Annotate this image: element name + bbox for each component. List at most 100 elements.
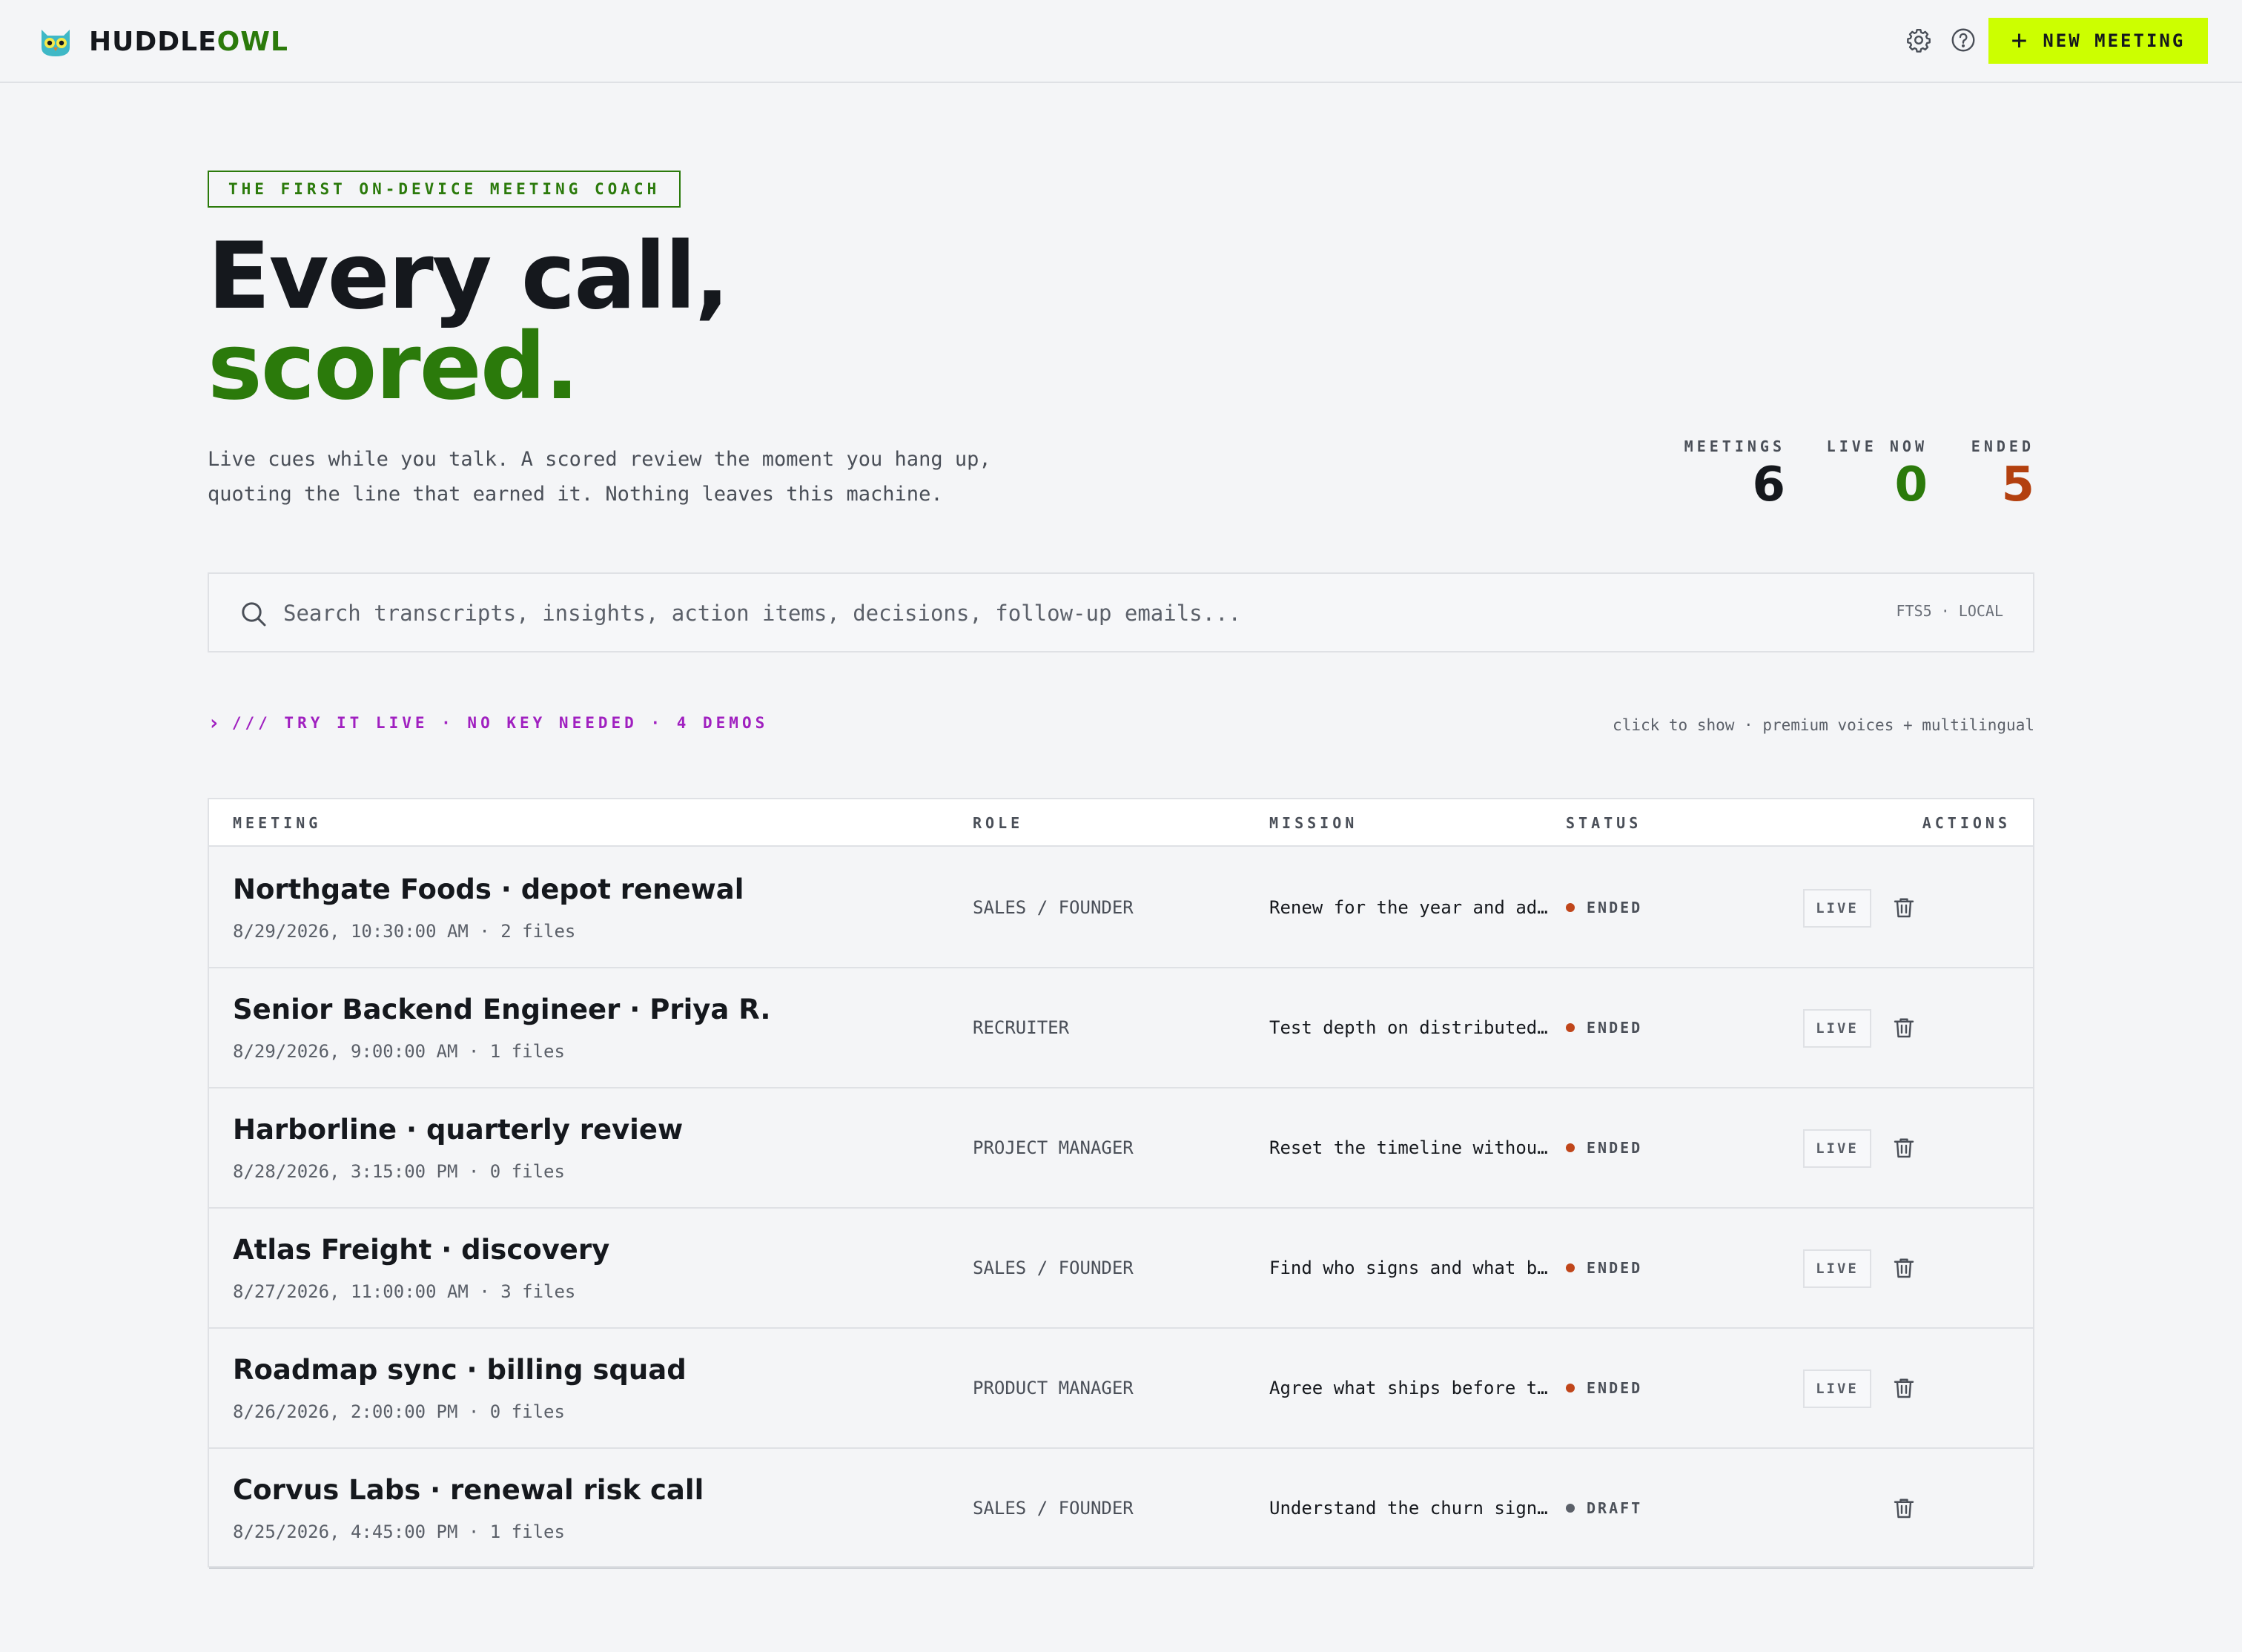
meeting-meta: 8/28/2026, 3:15:00 PM · 0 files [233,1161,565,1182]
column-header-mission: MISSION [1269,814,1358,832]
gear-icon[interactable] [1905,27,1932,53]
stat-value: 0 [1894,457,1928,512]
top-bar: HUDDLEOWL + NEW MEETING [0,0,2242,83]
trash-icon[interactable] [1891,894,1917,921]
meeting-mission: Test depth on distributed… [1269,1017,1548,1038]
stat-meetings: MEETINGS 6 [1684,437,1785,512]
stat-label: LIVE NOW [1826,437,1928,455]
meeting-role: PRODUCT MANAGER [973,1378,1134,1398]
chevron-right-icon: › [208,710,220,735]
status-badge: ENDED [1566,899,1642,916]
live-button[interactable]: LIVE [1803,1129,1871,1168]
table-row[interactable]: Northgate Foods · depot renewal 8/29/202… [209,848,2033,968]
status-badge: ENDED [1566,1019,1642,1037]
demos-hint: click to show · premium voices + multili… [1613,716,2034,734]
status-label: ENDED [1587,1259,1643,1277]
stat-label: MEETINGS [1684,437,1785,455]
meeting-title: Senior Backend Engineer · Priya R. [233,994,771,1025]
stat-value: 6 [1752,457,1785,512]
status-dot [1566,1263,1575,1272]
status-dot [1566,1384,1575,1392]
meeting-mission: Find who signs and what b… [1269,1258,1548,1278]
live-button[interactable]: LIVE [1803,889,1871,928]
trash-icon[interactable] [1891,1495,1917,1522]
table-row[interactable]: Senior Backend Engineer · Priya R. 8/29/… [209,968,2033,1088]
owl-logo-icon [42,30,70,56]
meeting-role: SALES / FOUNDER [973,897,1134,918]
table-row[interactable]: Roadmap sync · billing squad 8/26/2026, … [209,1329,2033,1449]
plus-icon: + [2011,25,2030,56]
status-badge: ENDED [1566,1139,1642,1157]
live-button[interactable]: LIVE [1803,1009,1871,1048]
brand-name: HUDDLEOWL [89,27,288,57]
trash-icon[interactable] [1891,1134,1917,1161]
brand[interactable]: HUDDLEOWL [37,22,288,61]
hero-subtitle-line-1: Live cues while you talk. A scored revie… [208,448,991,471]
column-header-status: STATUS [1566,814,1642,832]
meeting-title: Roadmap sync · billing squad [233,1354,687,1386]
stat-label: ENDED [1971,437,2034,455]
status-label: ENDED [1587,899,1643,916]
live-button[interactable]: LIVE [1803,1249,1871,1288]
meeting-role: PROJECT MANAGER [973,1137,1134,1158]
stat-ended: ENDED 5 [1971,437,2034,512]
column-header-actions: ACTIONS [1922,814,2011,832]
hero-subtitle-line-2: quoting the line that earned it. Nothing… [208,483,943,506]
column-header-meeting: MEETING [233,814,322,832]
meeting-mission: Agree what ships before t… [1269,1378,1548,1398]
status-label: DRAFT [1587,1499,1643,1517]
status-label: ENDED [1587,1139,1643,1157]
meeting-meta: 8/29/2026, 9:00:00 AM · 1 files [233,1041,565,1062]
table-row[interactable]: Harborline · quarterly review 8/28/2026,… [209,1088,2033,1209]
hero-title: Every call, scored. [208,223,730,420]
meeting-mission: Reset the timeline withou… [1269,1137,1548,1158]
meeting-meta: 8/29/2026, 10:30:00 AM · 2 files [233,921,576,942]
demos-toggle[interactable]: › /// TRY IT LIVE · NO KEY NEEDED · 4 DE… [208,710,768,735]
meeting-title: Northgate Foods · depot renewal [233,873,744,905]
meeting-meta: 8/26/2026, 2:00:00 PM · 0 files [233,1401,565,1422]
hero-title-line-1: Every call, [208,223,730,330]
search-icon [242,602,266,627]
trash-icon[interactable] [1891,1375,1917,1401]
meeting-mission: Renew for the year and ad… [1269,897,1548,918]
new-meeting-label: NEW MEETING [2043,30,2186,51]
meeting-mission: Understand the churn sign… [1269,1498,1548,1519]
table-row[interactable]: Atlas Freight · discovery 8/27/2026, 11:… [209,1209,2033,1329]
meeting-role: SALES / FOUNDER [973,1498,1134,1519]
status-badge: ENDED [1566,1379,1642,1397]
meeting-role: RECRUITER [973,1017,1070,1038]
meeting-title: Atlas Freight · discovery [233,1234,610,1266]
live-button[interactable]: LIVE [1803,1369,1871,1408]
status-dot [1566,1143,1575,1152]
meetings-table: MEETING ROLE MISSION STATUS ACTIONS Nort… [208,798,2034,1569]
status-label: ENDED [1587,1019,1643,1037]
new-meeting-button[interactable]: + NEW MEETING [1988,18,2208,64]
status-dot [1566,903,1575,912]
meeting-role: SALES / FOUNDER [973,1258,1134,1278]
help-icon[interactable] [1950,27,1977,53]
search-engine-tag: FTS5 · LOCAL [1896,602,2004,620]
stat-value: 5 [2001,457,2034,512]
status-badge: DRAFT [1566,1499,1642,1517]
hero-subtitle: Live cues while you talk. A scored revie… [208,442,1171,512]
demos-label: /// TRY IT LIVE · NO KEY NEEDED · 4 DEMO… [231,713,769,732]
search-input[interactable] [283,592,1840,635]
hero-badge: THE FIRST ON-DEVICE MEETING COACH [208,171,681,208]
status-dot [1566,1023,1575,1032]
column-header-role: ROLE [973,814,1024,832]
trash-icon[interactable] [1891,1014,1917,1041]
status-badge: ENDED [1566,1259,1642,1277]
status-label: ENDED [1587,1379,1643,1397]
search-bar: FTS5 · LOCAL [208,572,2034,652]
status-dot [1566,1504,1575,1513]
brand-name-part-1: HUDDLE [89,26,217,57]
hero-title-line-2: scored. [208,314,580,420]
trash-icon[interactable] [1891,1255,1917,1281]
meeting-title: Harborline · quarterly review [233,1114,684,1146]
stat-live-now: LIVE NOW 0 [1827,437,1928,512]
meeting-meta: 8/27/2026, 11:00:00 AM · 3 files [233,1281,576,1302]
table-header: MEETING ROLE MISSION STATUS ACTIONS [209,799,2033,847]
brand-name-part-2: OWL [216,26,288,57]
table-row[interactable]: Corvus Labs · renewal risk call 8/25/202… [209,1449,2033,1569]
meeting-title: Corvus Labs · renewal risk call [233,1474,704,1506]
